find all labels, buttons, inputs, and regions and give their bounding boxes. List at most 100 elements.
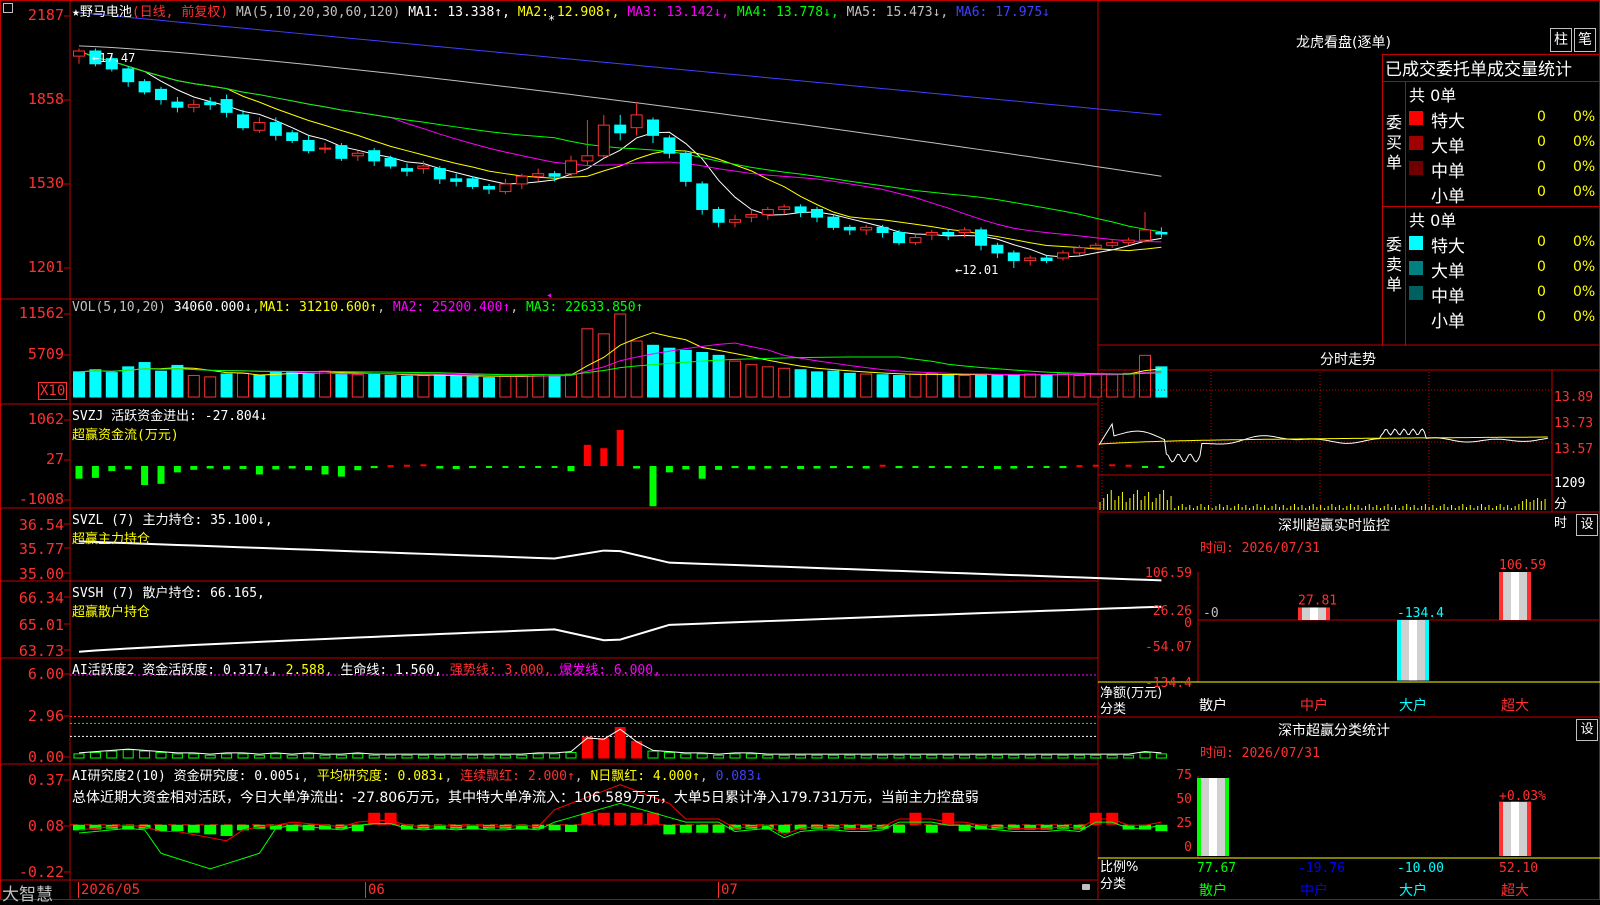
low-mark: ←12.01 — [955, 263, 998, 277]
svzj-bar — [75, 466, 83, 479]
class-time: 时间: 2026/07/31 — [1200, 746, 1320, 761]
svzj-bar — [404, 464, 410, 467]
volume-bar — [237, 372, 249, 398]
research-title: AI研究度2(10) 资金研究度: 0.005↓ — [72, 769, 302, 784]
order-count: 0 — [1537, 159, 1546, 175]
activity-bar — [303, 753, 315, 759]
right-panel: 龙虎看盘(逐单) 柱 笔 已成交委托单成交量统计 委买单 委卖单 共 0单 共 … — [1098, 0, 1600, 900]
svzj-bar — [502, 466, 509, 468]
activity-bar — [73, 753, 85, 759]
pen-view-button[interactable]: 笔 — [1574, 28, 1596, 52]
stock-name[interactable]: 野马电池 — [80, 5, 132, 20]
order-color-swatch — [1409, 161, 1423, 175]
order-stats-box: 已成交委托单成交量统计 委买单 委卖单 共 0单 共 0单 特大 0 0% 大单 0 0%… — [1382, 54, 1600, 346]
ai2-v2: 2.588 — [285, 663, 325, 678]
activity-bar — [270, 753, 282, 759]
svzj-bar — [665, 466, 673, 473]
candle-body — [925, 231, 938, 236]
ai2-strong: 强势线: 3.000, — [449, 663, 552, 678]
research-bar — [220, 824, 233, 836]
volume-bar — [827, 370, 840, 398]
class-class: 分类 — [1100, 877, 1127, 892]
research-bar — [712, 824, 725, 833]
activity-bar — [106, 750, 118, 759]
volume-bar — [138, 362, 151, 398]
candle-body — [811, 208, 823, 218]
activity-bar — [385, 754, 397, 759]
volume-bar — [187, 374, 200, 398]
order-percent: 0% — [1573, 284, 1596, 300]
volume-bar — [729, 360, 741, 398]
volume-bar — [991, 374, 1004, 398]
activity-bar — [778, 754, 790, 759]
svzj-bar — [223, 466, 231, 470]
activity-bar — [467, 754, 479, 759]
favorite-star-icon[interactable]: ★ — [72, 5, 80, 20]
research-bar — [663, 824, 676, 835]
activity-bar — [549, 753, 561, 759]
order-color-swatch — [1409, 236, 1423, 250]
price-tick: 2187 — [27, 6, 64, 24]
research-bar — [630, 812, 643, 825]
svzj-bar — [928, 466, 935, 468]
candle-body — [401, 168, 413, 172]
candle-body — [220, 99, 233, 113]
activity-bar — [253, 754, 265, 759]
research-tick: 0.37 — [27, 771, 64, 789]
svzj-sub: 超赢资金流(万元) — [72, 428, 179, 443]
svzj-bar — [600, 448, 608, 466]
candle-body — [384, 157, 397, 167]
research-bar — [925, 824, 938, 833]
activity-bar — [598, 738, 610, 759]
activity-bar — [975, 754, 987, 759]
svzj-bar — [141, 466, 149, 486]
adjust-mode[interactable]: (日线, 前复权) — [132, 5, 228, 20]
dragon-tiger-title: 龙虎看盘(逐单) — [1296, 35, 1391, 51]
monitor-class: 分类 — [1100, 702, 1127, 717]
research-last: 0.083↓ — [715, 769, 763, 784]
svzl-title: SVZL (7) 主力持仓: 35.100↓, — [72, 513, 273, 528]
candle-body — [630, 114, 643, 129]
volume-bar — [581, 328, 594, 398]
activity-bar — [811, 754, 823, 759]
svzj-bar — [698, 466, 706, 479]
activity-bar — [795, 754, 807, 759]
high-mark: ←17.47 — [92, 51, 135, 65]
svzj-bar — [633, 466, 641, 469]
candle-body — [302, 139, 315, 152]
class-tick: 0 — [1184, 840, 1192, 855]
volume-bar — [269, 371, 282, 398]
volume-bar — [302, 373, 315, 398]
candle-body — [286, 132, 299, 141]
order-percent: 0% — [1573, 234, 1596, 250]
order-count: 0 — [1537, 259, 1546, 275]
vol-axis: 11562 5709 X10 — [0, 299, 68, 404]
research-nday: N日飘红: 4.000↑ — [590, 769, 700, 784]
lock-icon[interactable] — [1082, 884, 1090, 890]
svzj-bar — [518, 466, 525, 468]
monitor-setting-button[interactable]: 设 — [1576, 514, 1598, 536]
candle-body — [368, 150, 381, 162]
svzj-bar — [486, 466, 492, 468]
class-setting-button[interactable]: 设 — [1576, 719, 1598, 741]
volume-bar — [942, 374, 955, 398]
volume-bar — [499, 375, 512, 398]
volume-bar — [1057, 372, 1069, 398]
volume-bar — [909, 373, 922, 398]
activity-bar — [1041, 754, 1053, 759]
order-color-swatch — [1409, 261, 1423, 275]
intraday-tick: 13.89 — [1554, 390, 1594, 405]
candle-body — [483, 185, 495, 190]
svzl-curve — [78, 540, 1162, 582]
research-bar — [368, 812, 381, 825]
volume-bar — [843, 372, 856, 398]
column-view-button[interactable]: 柱 — [1550, 28, 1572, 52]
ma-line — [78, 50, 1162, 243]
svzj-bar — [978, 466, 984, 468]
candlestick-series — [73, 48, 1168, 268]
order-type-label: 小单 — [1431, 312, 1465, 332]
activity-bar — [335, 754, 347, 759]
sell-orders-label: 委卖单 — [1386, 235, 1403, 294]
activity-bar — [1073, 754, 1085, 759]
svzj-bar — [1010, 466, 1018, 469]
